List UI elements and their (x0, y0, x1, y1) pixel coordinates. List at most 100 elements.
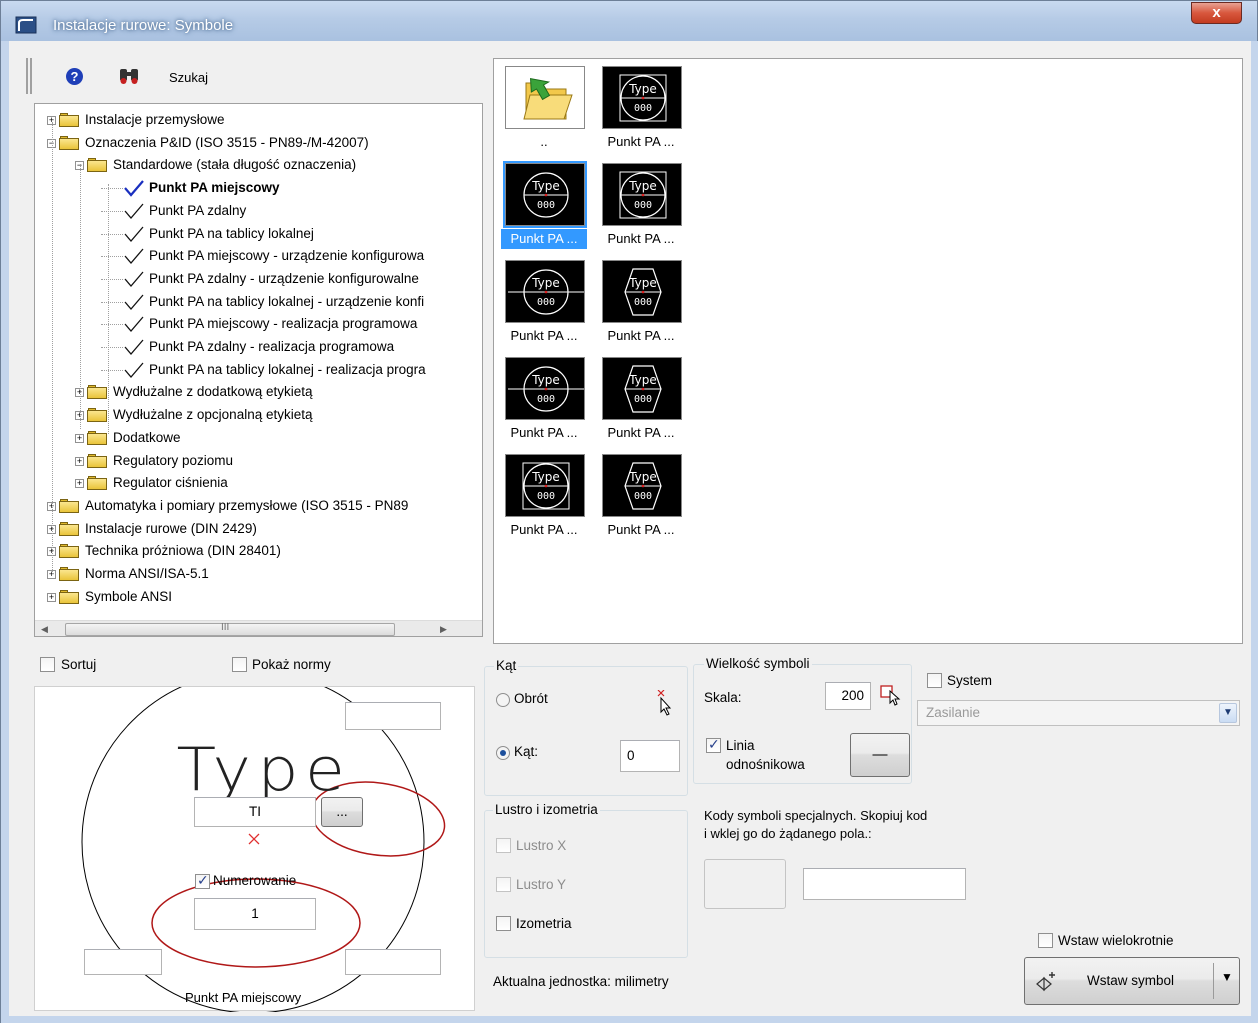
scale-field[interactable]: 200 (825, 682, 871, 710)
leader-style-button[interactable]: — (850, 733, 910, 777)
special-code-button[interactable] (704, 859, 786, 909)
window-frame-left (1, 41, 9, 1023)
tree-item[interactable]: Punkt PA na tablicy lokalnej (35, 223, 482, 245)
angle-radio[interactable] (496, 746, 510, 760)
type-field[interactable]: TI (194, 797, 316, 827)
tree-item[interactable]: Punkt PA na tablicy lokalnej - realizacj… (35, 359, 482, 381)
tree-item[interactable]: Punkt PA zdalny - realizacja programowa (35, 336, 482, 358)
thumb-caption: Punkt PA ... (510, 425, 578, 440)
parent-folder-thumb[interactable]: .. (501, 62, 587, 152)
folder-icon (59, 567, 79, 581)
mirror-y-checkbox[interactable] (496, 877, 511, 892)
tree-item[interactable]: − Standardowe (stała długość oznaczenia) (35, 154, 482, 176)
tree-item[interactable]: − Oznaczenia P&ID (ISO 3515 - PN89-/M-420… (35, 132, 482, 154)
tree-item[interactable]: + Wydłużalne z opcjonalną etykietą (35, 404, 482, 426)
tree-horizontal-thumb[interactable]: III (65, 622, 395, 636)
angle-field[interactable]: 0 (620, 740, 680, 772)
leader-line-checkbox[interactable] (706, 736, 721, 753)
tree-item[interactable]: + Instalacje przemysłowe (35, 109, 482, 131)
tree-item[interactable]: + Automatyka i pomiary przemysłowe (ISO 3… (35, 495, 482, 517)
symbol-check-icon (124, 180, 144, 197)
tree-item[interactable]: Punkt PA zdalny (35, 200, 482, 222)
toolbar-grip[interactable] (26, 58, 32, 94)
tree-item-label: Punkt PA na tablicy lokalnej - urządzeni… (149, 293, 425, 309)
system-label: System (947, 673, 993, 688)
tree-item[interactable]: + Regulator ciśnienia (35, 472, 482, 494)
tree-item-label: Punkt PA miejscowy - urządzenie konfigur… (149, 248, 425, 264)
system-checkbox[interactable] (927, 673, 942, 688)
rotation-radio[interactable] (496, 693, 510, 707)
symbol-thumb-image: Type 000 (602, 163, 682, 226)
close-button[interactable]: x (1191, 2, 1242, 24)
search-button[interactable]: Szukaj (169, 70, 208, 85)
symbol-thumb[interactable]: Type 000 Punkt PA ... (598, 353, 684, 443)
symbol-thumb-image: Type 000 (602, 260, 682, 323)
symbol-tree[interactable]: ▲ ▼ ◀ III ▶ +Instalacje przemysłowe−Ozna… (34, 103, 483, 637)
sort-checkbox[interactable] (40, 657, 55, 672)
tree-item[interactable]: Punkt PA miejscowy - urządzenie konfigur… (35, 245, 482, 267)
tree-item[interactable]: + Regulatory poziomu (35, 450, 482, 472)
expand-icon[interactable]: + (75, 456, 84, 466)
svg-text:Type: Type (531, 179, 560, 193)
symbol-thumb[interactable]: Type 000 Punkt PA ... (501, 256, 587, 346)
tree-item[interactable]: + Wydłużalne z dodatkową etykietą (35, 381, 482, 403)
symbol-thumb[interactable]: Type 000 Punkt PA ... (501, 450, 587, 540)
symbol-thumb[interactable]: Type 000 Punkt PA ... (501, 353, 587, 443)
symbol-thumbnail-panel[interactable]: .. Type 000 Punkt PA ... Type 000 Punkt PA ..… (493, 58, 1243, 644)
insert-options-dropdown-icon[interactable]: ▼ (1221, 970, 1233, 984)
number-field[interactable]: 1 (194, 898, 316, 930)
tree-guide-line (80, 164, 81, 429)
preview-left-field[interactable] (84, 949, 162, 975)
symbol-thumb[interactable]: Type 000 Punkt PA ... (598, 159, 684, 249)
numbering-checkbox[interactable] (195, 872, 210, 889)
expand-icon[interactable]: + (75, 479, 84, 489)
tree-item[interactable]: + Norma ANSI/ISA-5.1 (35, 563, 482, 585)
isometry-checkbox[interactable] (496, 916, 511, 931)
symbol-thumb[interactable]: Type 000 Punkt PA ... (598, 256, 684, 346)
pick-rotation-icon[interactable] (652, 690, 674, 716)
tree-connector (101, 324, 123, 326)
tree-item-label: Instalacje przemysłowe (85, 112, 225, 127)
folder-icon (87, 476, 107, 491)
help-icon[interactable]: ? (66, 68, 83, 85)
symbol-thumb[interactable]: Type 000 Punkt PA ... (598, 450, 684, 540)
scroll-left-icon[interactable]: ◀ (41, 624, 48, 635)
insert-symbol-button[interactable]: Wstaw symbol ▼ (1024, 957, 1240, 1005)
tree-item[interactable]: + Dodatkowe (35, 427, 482, 449)
symbol-thumb[interactable]: Type 000 Punkt PA ... (598, 62, 684, 152)
tree-item-label: Wydłużalne z opcjonalną etykietą (113, 407, 313, 423)
scroll-right-icon[interactable]: ▶ (440, 624, 447, 635)
special-code-field[interactable] (803, 868, 966, 900)
tree-item[interactable]: Punkt PA na tablicy lokalnej - urządzeni… (35, 291, 482, 313)
pick-scale-icon[interactable] (880, 684, 904, 706)
tree-horizontal-scrollbar[interactable]: ◀ III ▶ (35, 620, 482, 636)
preview-right-field[interactable] (345, 949, 441, 975)
show-norms-checkbox[interactable] (232, 657, 247, 672)
tree-item[interactable]: + Symbole ANSI (35, 586, 482, 608)
tree-item[interactable]: Punkt PA miejscowy (35, 177, 482, 199)
tree-item[interactable]: + Technika próżniowa (DIN 28401) (35, 540, 482, 562)
tree-item[interactable]: + Instalacje rurowe (DIN 2429) (35, 518, 482, 540)
system-combo[interactable]: Zasilanie ▼ (917, 700, 1240, 726)
folder-icon (59, 498, 79, 513)
chevron-down-icon[interactable]: ▼ (1219, 703, 1237, 723)
symbol-thumb[interactable]: Type 000 Punkt PA ... (501, 159, 587, 249)
insert-multiple-checkbox[interactable] (1038, 933, 1053, 948)
expand-icon[interactable]: + (47, 592, 56, 602)
type-browse-button[interactable]: ... (321, 797, 363, 827)
title-bar[interactable]: Instalacje rurowe: Symbole x (1, 1, 1257, 41)
mirror-x-checkbox[interactable] (496, 838, 511, 853)
show-norms-label: Pokaż normy (252, 657, 331, 672)
binoculars-icon[interactable] (118, 66, 140, 86)
window-frame-bottom (1, 1016, 1258, 1023)
split-divider (1213, 963, 1214, 999)
expand-icon[interactable]: + (75, 433, 84, 443)
leader-line-label-1: Linia (726, 738, 755, 753)
symbol-check-icon (124, 248, 144, 265)
tree-item[interactable]: Punkt PA zdalny - urządzenie konfigurowa… (35, 268, 482, 290)
symbol-check-icon (124, 271, 144, 287)
tree-item-label: Technika próżniowa (DIN 28401) (85, 543, 281, 559)
preview-top-field[interactable] (345, 702, 441, 730)
tree-item[interactable]: Punkt PA miejscowy - realizacja programo… (35, 313, 482, 335)
svg-text:000: 000 (537, 297, 555, 308)
